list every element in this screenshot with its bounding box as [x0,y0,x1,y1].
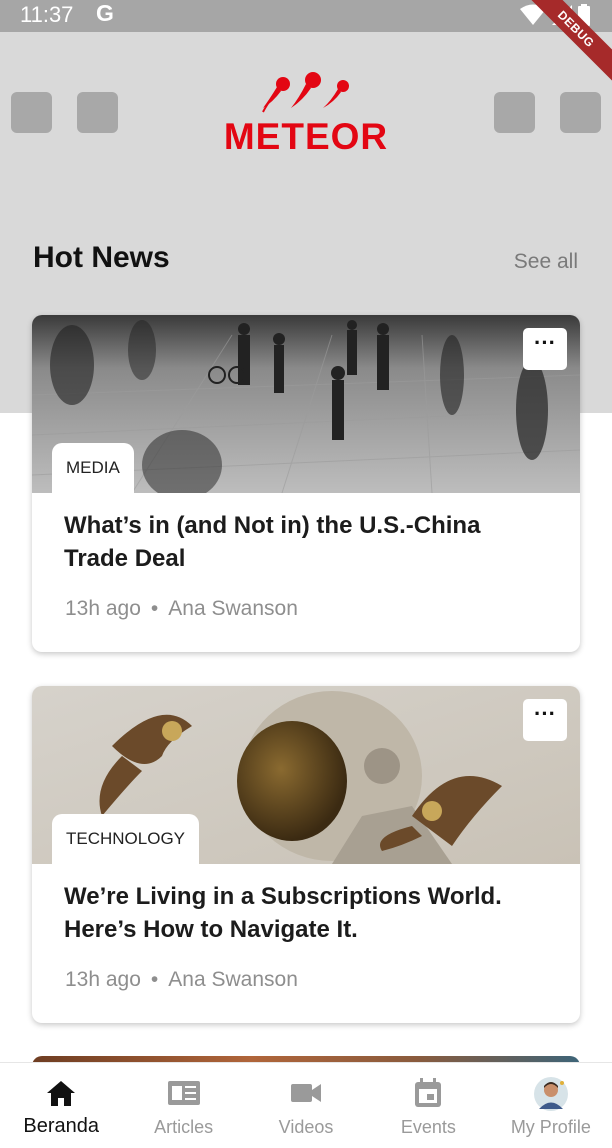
calendar-icon [415,1078,442,1107]
nav-item-events[interactable]: Events [367,1063,489,1148]
status-bar: 11:37 G [0,0,612,32]
section-title: Hot News [33,241,170,274]
nav-item-articles[interactable]: Articles [122,1063,244,1148]
nav-label: Events [400,1117,456,1137]
news-card-meta: 13h ago • Ana Swanson [65,968,298,992]
news-card-time: 13h ago [65,597,141,620]
bottom-navigation: Beranda Articles Videos Events My Profil… [0,1062,612,1148]
status-time: 11:37 [20,2,74,27]
notification-button[interactable] [560,92,601,133]
category-badge: TECHNOLOGY [52,814,200,864]
header-action-button-left[interactable] [77,92,118,133]
video-icon [291,1084,322,1102]
news-card-title[interactable]: What’s in (and Not in) the U.S.-China Tr… [64,509,534,575]
nav-label: Videos [278,1117,334,1137]
nav-item-videos[interactable]: Videos [245,1063,367,1148]
see-all-link[interactable]: See all [514,250,578,274]
more-options-button[interactable]: ··· [523,699,567,741]
news-card[interactable]: ··· TECHNOLOGY We’re Living in a Subscri… [32,686,580,1023]
news-card-author: Ana Swanson [168,597,298,620]
news-card-image: ··· MEDIA [32,315,580,493]
news-card-title[interactable]: We’re Living in a Subscriptions World. H… [64,880,534,946]
news-card-image: ··· TECHNOLOGY [32,686,580,864]
nav-item-beranda[interactable]: Beranda [0,1063,122,1148]
nav-item-my-profile[interactable]: My Profile [490,1063,612,1148]
nav-label: My Profile [510,1117,591,1137]
news-card-time: 13h ago [65,968,141,991]
avatar-icon [533,1077,568,1111]
home-icon [47,1081,76,1106]
news-card-meta: 13h ago • Ana Swanson [65,597,298,621]
logo-wordmark: METEOR [223,116,389,157]
separator-dot: • [150,597,159,620]
news-card-author: Ana Swanson [168,968,298,991]
nav-label: Beranda [23,1115,100,1137]
search-button[interactable] [494,92,535,133]
nav-label: Articles [154,1117,214,1137]
menu-button[interactable] [11,92,52,133]
article-icon [167,1081,200,1105]
separator-dot: • [150,968,159,991]
news-card[interactable]: ··· MEDIA What’s in (and Not in) the U.S… [32,315,580,652]
more-options-button[interactable]: ··· [523,328,567,370]
meteor-logo: METEOR [221,72,391,157]
category-badge: MEDIA [52,443,134,493]
meteor-flames-icon [262,72,349,113]
google-icon: G [96,0,114,26]
